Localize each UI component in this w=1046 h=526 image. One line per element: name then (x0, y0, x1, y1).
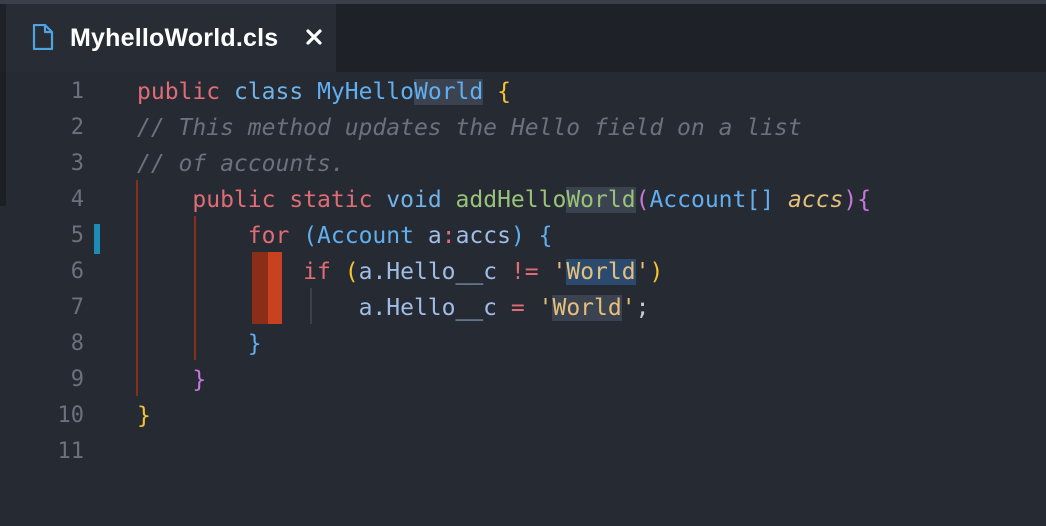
tab-myhelloworld[interactable]: MyhelloWorld.cls (6, 4, 336, 72)
line-number: 2 (70, 115, 84, 140)
editor-window: MyhelloWorld.cls 1 2 3 4 5 6 7 8 9 10 11 public cl… (0, 0, 1046, 526)
code-token: accs (455, 223, 511, 249)
code-token: World (566, 187, 636, 213)
code-token: Account (649, 187, 747, 213)
code-token: ( (303, 223, 318, 249)
code-token: public (137, 79, 221, 105)
line-number: 5 (70, 223, 84, 248)
line-number: 10 (57, 403, 85, 428)
code-token: } (247, 331, 262, 357)
line-number: 6 (70, 259, 84, 284)
code-token: ) (510, 223, 525, 249)
code-token: accs (787, 187, 844, 213)
close-icon[interactable] (300, 23, 328, 51)
line-number: 3 (70, 151, 84, 176)
code-token: // This method updates the Hello field o… (137, 115, 802, 141)
code-line: a.Hello__c = 'World'; (137, 290, 649, 326)
code-token: { (538, 223, 553, 249)
code-token: { (857, 187, 872, 213)
line-number: 7 (70, 295, 84, 320)
line-number: 9 (70, 367, 84, 392)
tab-title: MyhelloWorld.cls (70, 24, 279, 52)
code-line: if (a.Hello__c != 'World') (137, 254, 663, 290)
code-token: { (497, 79, 511, 105)
code-token: ( (344, 259, 359, 285)
code-line: public class MyHelloWorld { (137, 74, 511, 110)
file-icon (32, 24, 54, 50)
code-token: : (441, 223, 456, 249)
code-token: // of accounts. (137, 151, 345, 177)
code-line: } (137, 362, 206, 398)
code-line: } (137, 326, 262, 362)
code-token: MyHello (317, 79, 414, 105)
code-token: != (510, 259, 539, 285)
code-token: ' (538, 295, 553, 321)
code-token: if (303, 259, 331, 285)
code-token: World (566, 259, 636, 285)
code-token: ( (635, 187, 650, 213)
code-token: static (289, 187, 373, 213)
code-token: Account (317, 223, 414, 249)
code-token: ' (552, 259, 567, 285)
modified-line-marker (94, 224, 100, 254)
code-token: a.Hello__c (358, 259, 498, 285)
code-line: // This method updates the Hello field o… (137, 110, 802, 146)
code-token: = (510, 295, 525, 321)
code-token: a.Hello__c (358, 295, 498, 321)
code-token: ) (649, 259, 664, 285)
code-editor[interactable]: 1 2 3 4 5 6 7 8 9 10 11 public class MyHelloWorld … (0, 72, 1046, 526)
code-token: } (137, 403, 151, 429)
code-token: for (247, 223, 290, 249)
line-number-gutter: 1 2 3 4 5 6 7 8 9 10 11 (0, 72, 100, 526)
code-line: public static void addHelloWorld(Account… (137, 182, 871, 218)
code-line: } (137, 398, 151, 434)
tab-bar: MyhelloWorld.cls (0, 4, 1046, 72)
code-token: World (414, 79, 484, 105)
code-token: ' (635, 259, 650, 285)
code-token: ; (635, 295, 650, 321)
line-number: 4 (70, 187, 84, 212)
code-token: a (427, 223, 442, 249)
code-token: ' (621, 295, 636, 321)
line-number: 8 (70, 331, 84, 356)
line-number: 11 (57, 439, 85, 464)
code-token: public (192, 187, 276, 213)
code-token: } (192, 367, 207, 393)
code-token: World (552, 295, 622, 321)
code-line: // of accounts. (137, 146, 345, 182)
code-token: void (386, 187, 442, 213)
code-line: for (Account a:accs) { (137, 218, 553, 254)
code-token: ) (843, 187, 858, 213)
code-token: [] (746, 187, 775, 213)
line-number: 1 (70, 79, 84, 104)
code-token: addHello (455, 187, 567, 213)
code-token: class (233, 79, 304, 105)
